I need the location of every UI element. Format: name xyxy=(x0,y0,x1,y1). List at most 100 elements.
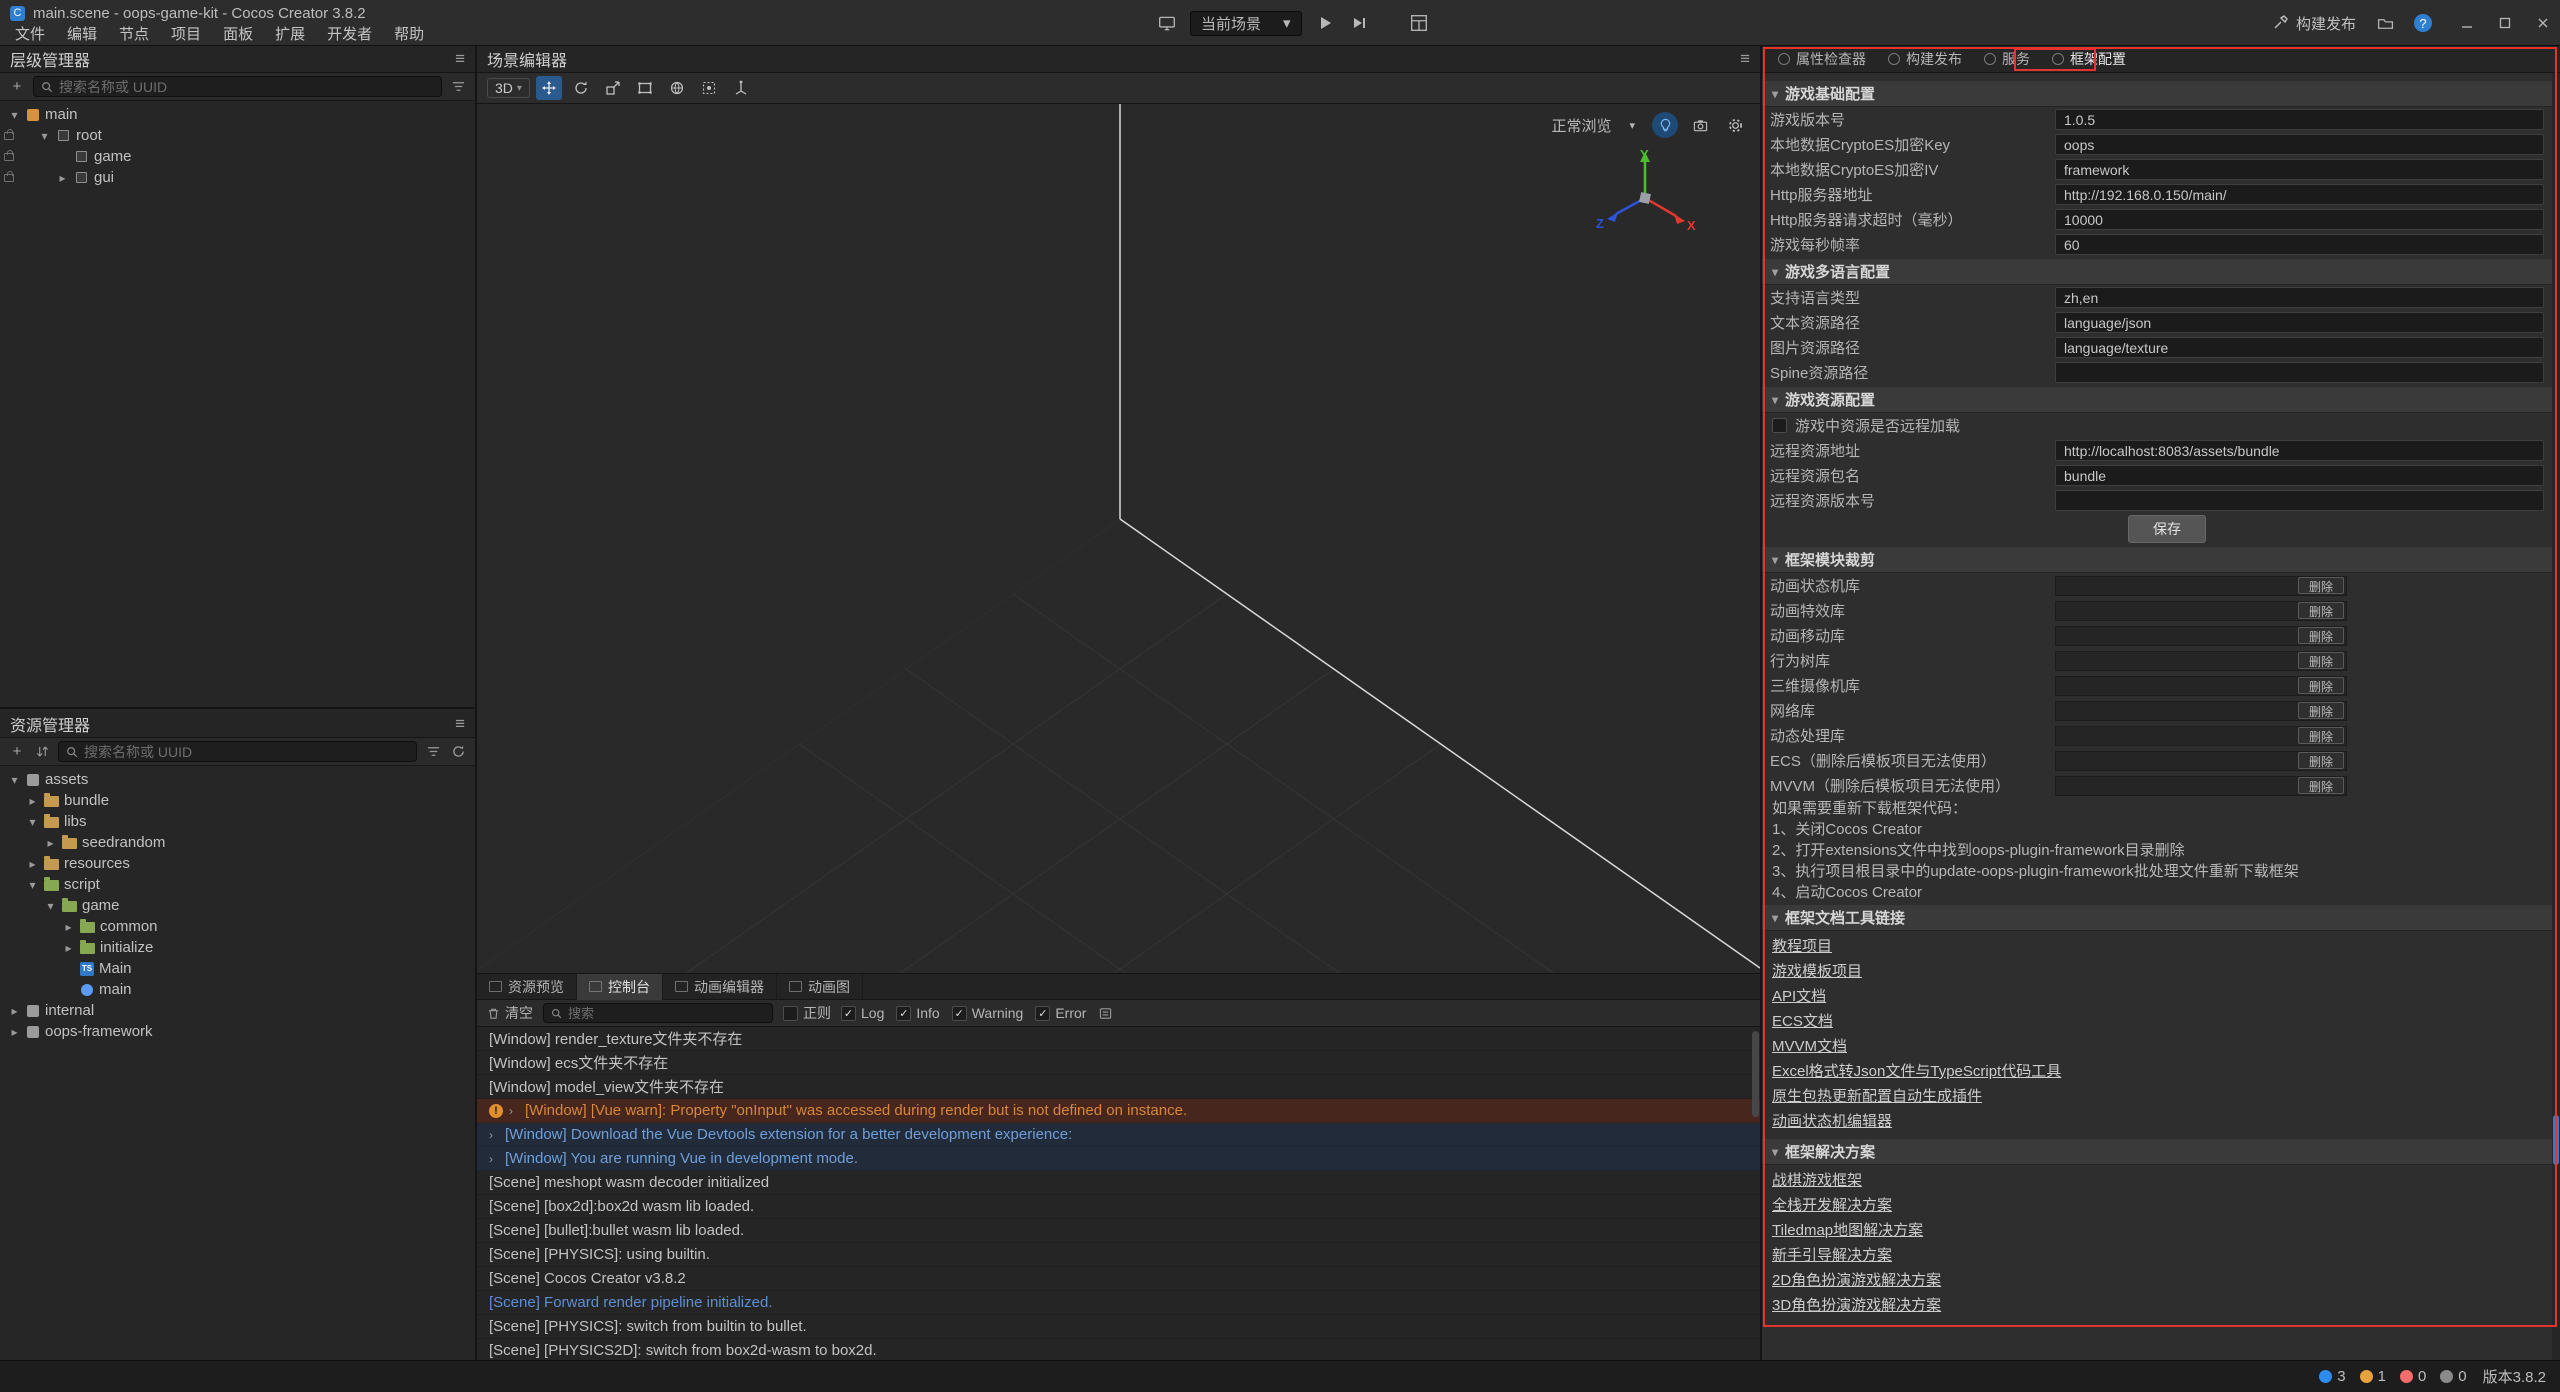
save-button[interactable]: 保存 xyxy=(2128,515,2206,543)
log-filter[interactable]: Log xyxy=(841,1005,884,1021)
inspector-tab[interactable]: 属性检查器 xyxy=(1768,46,1876,73)
scale-tool-button[interactable] xyxy=(600,76,626,100)
log-row[interactable]: ! › [Scene] Forward render pipeline init… xyxy=(477,1291,1760,1315)
lock-icon[interactable] xyxy=(4,132,14,140)
section-doc-links[interactable]: ▾ 框架文档工具链接 xyxy=(1762,905,2552,931)
delete-module-button[interactable]: 删除 xyxy=(2298,627,2344,644)
expand-arrow-icon[interactable] xyxy=(26,794,39,808)
tree-row[interactable]: internal xyxy=(0,1000,475,1021)
play-button[interactable] xyxy=(1314,12,1336,34)
coordinate-toggle-button[interactable] xyxy=(728,76,754,100)
solution-link[interactable]: Tiledmap地图解决方案 xyxy=(1762,1218,2552,1243)
expand-arrow-icon[interactable] xyxy=(8,773,21,787)
delete-module-button[interactable]: 删除 xyxy=(2298,577,2344,594)
assets-search-input[interactable] xyxy=(84,744,409,760)
log-row[interactable]: ! › [Scene] [PHYSICS2D]: switch from box… xyxy=(477,1339,1760,1360)
tree-row[interactable]: main xyxy=(0,979,475,1000)
section-solutions[interactable]: ▾ 框架解决方案 xyxy=(1762,1139,2552,1165)
delete-module-button[interactable]: 删除 xyxy=(2298,652,2344,669)
expand-arrow-icon[interactable] xyxy=(8,108,21,122)
expand-arrow-icon[interactable] xyxy=(38,129,51,143)
create-node-button[interactable]: + xyxy=(8,78,26,95)
status-badge[interactable]: 0 xyxy=(2440,1368,2466,1385)
menu-item[interactable]: 帮助 xyxy=(383,23,435,44)
field-input[interactable] xyxy=(2055,465,2544,486)
tree-row[interactable]: seedrandom xyxy=(0,832,475,853)
field-input[interactable] xyxy=(2055,440,2544,461)
tree-row[interactable]: root xyxy=(0,125,475,146)
inspector-scrollbar[interactable] xyxy=(2552,73,2560,1360)
expand-arrow-icon[interactable] xyxy=(8,1004,21,1018)
log-row[interactable]: ! › [Scene] [PHYSICS]: switch from built… xyxy=(477,1315,1760,1339)
tree-row[interactable]: game xyxy=(0,895,475,916)
hierarchy-filter-icon[interactable] xyxy=(449,80,467,93)
move-tool-button[interactable] xyxy=(536,76,562,100)
menu-item[interactable]: 编辑 xyxy=(56,23,108,44)
step-button[interactable] xyxy=(1348,12,1370,34)
tree-row[interactable]: common xyxy=(0,916,475,937)
lock-icon[interactable] xyxy=(4,153,14,161)
close-button[interactable] xyxy=(2534,14,2552,32)
log-row[interactable]: ! › [Scene] [box2d]:box2d wasm lib loade… xyxy=(477,1195,1760,1219)
section-module-trim[interactable]: ▾ 框架模块裁剪 xyxy=(1762,547,2552,573)
field-input[interactable] xyxy=(2055,337,2544,358)
log-row[interactable]: ! › [Window] [Vue warn]: Property "onInp… xyxy=(477,1099,1760,1123)
delete-module-button[interactable]: 删除 xyxy=(2298,677,2344,694)
doc-link[interactable]: Excel格式转Json文件与TypeScript代码工具 xyxy=(1762,1059,2552,1084)
section-basic-config[interactable]: ▾ 游戏基础配置 xyxy=(1762,81,2552,107)
camera-icon[interactable] xyxy=(1687,112,1713,138)
log-filter[interactable]: Error xyxy=(1035,1005,1086,1021)
expand-log-icon[interactable]: › xyxy=(489,1128,499,1142)
scene-menu-icon[interactable]: ≡ xyxy=(1740,49,1750,69)
status-badge[interactable]: 3 xyxy=(2319,1368,2345,1385)
clear-console-button[interactable]: 清空 xyxy=(487,1003,533,1023)
field-input[interactable] xyxy=(2055,134,2544,155)
doc-link[interactable]: 原生包热更新配置自动生成插件 xyxy=(1762,1084,2552,1109)
solution-link[interactable]: 新手引导解决方案 xyxy=(1762,1243,2552,1268)
log-row[interactable]: ! › [Window] render_texture文件夹不存在 xyxy=(477,1027,1760,1051)
status-badge[interactable]: 1 xyxy=(2360,1368,2386,1385)
assets-filter-icon[interactable] xyxy=(424,745,442,758)
preview-target-icon[interactable] xyxy=(1156,12,1178,34)
section-language-config[interactable]: ▾ 游戏多语言配置 xyxy=(1762,259,2552,285)
layout-grid-icon[interactable] xyxy=(1408,12,1430,34)
log-filter[interactable]: Info xyxy=(896,1005,939,1021)
solution-link[interactable]: 战棋游戏框架 xyxy=(1762,1168,2552,1193)
filter-checkbox[interactable] xyxy=(952,1006,967,1021)
expand-arrow-icon[interactable] xyxy=(44,899,57,913)
regex-checkbox[interactable] xyxy=(783,1006,798,1021)
menu-item[interactable]: 项目 xyxy=(160,23,212,44)
delete-module-button[interactable]: 删除 xyxy=(2298,727,2344,744)
gear-icon[interactable] xyxy=(1722,112,1748,138)
log-row[interactable]: ! › [Scene] [bullet]:bullet wasm lib loa… xyxy=(477,1219,1760,1243)
rect-tool-button[interactable] xyxy=(632,76,658,100)
status-badge[interactable]: 0 xyxy=(2400,1368,2426,1385)
log-row[interactable]: ! › [Window] model_view文件夹不存在 xyxy=(477,1075,1760,1099)
expand-arrow-icon[interactable] xyxy=(62,941,75,955)
console-search-input[interactable] xyxy=(568,1006,765,1021)
log-row[interactable]: ! › [Window] You are running Vue in deve… xyxy=(477,1147,1760,1171)
menu-item[interactable]: 节点 xyxy=(108,23,160,44)
delete-module-button[interactable]: 删除 xyxy=(2298,752,2344,769)
tree-row[interactable]: main xyxy=(0,104,475,125)
menu-item[interactable]: 面板 xyxy=(212,23,264,44)
doc-link[interactable]: MVVM文档 xyxy=(1762,1034,2552,1059)
field-input[interactable] xyxy=(2055,490,2544,511)
field-input[interactable] xyxy=(2055,184,2544,205)
pivot-toggle-button[interactable] xyxy=(696,76,722,100)
remote-load-checkbox[interactable] xyxy=(1772,418,1787,433)
expand-arrow-icon[interactable] xyxy=(62,920,75,934)
doc-link[interactable]: 游戏模板项目 xyxy=(1762,959,2552,984)
bottom-tab[interactable]: 资源预览 xyxy=(477,974,577,1000)
expand-arrow-icon[interactable] xyxy=(44,836,57,850)
doc-link[interactable]: 教程项目 xyxy=(1762,934,2552,959)
inspector-tab[interactable]: 构建发布 xyxy=(1878,46,1972,73)
filter-checkbox[interactable] xyxy=(841,1006,856,1021)
assets-menu-icon[interactable]: ≡ xyxy=(455,714,465,734)
bottom-tab[interactable]: 动画图 xyxy=(777,974,863,1000)
tree-row[interactable]: initialize xyxy=(0,937,475,958)
log-row[interactable]: ! › [Scene] meshopt wasm decoder initial… xyxy=(477,1171,1760,1195)
refresh-icon[interactable] xyxy=(449,745,467,758)
log-row[interactable]: ! › [Window] Download the Vue Devtools e… xyxy=(477,1123,1760,1147)
expand-arrow-icon[interactable] xyxy=(26,878,39,892)
